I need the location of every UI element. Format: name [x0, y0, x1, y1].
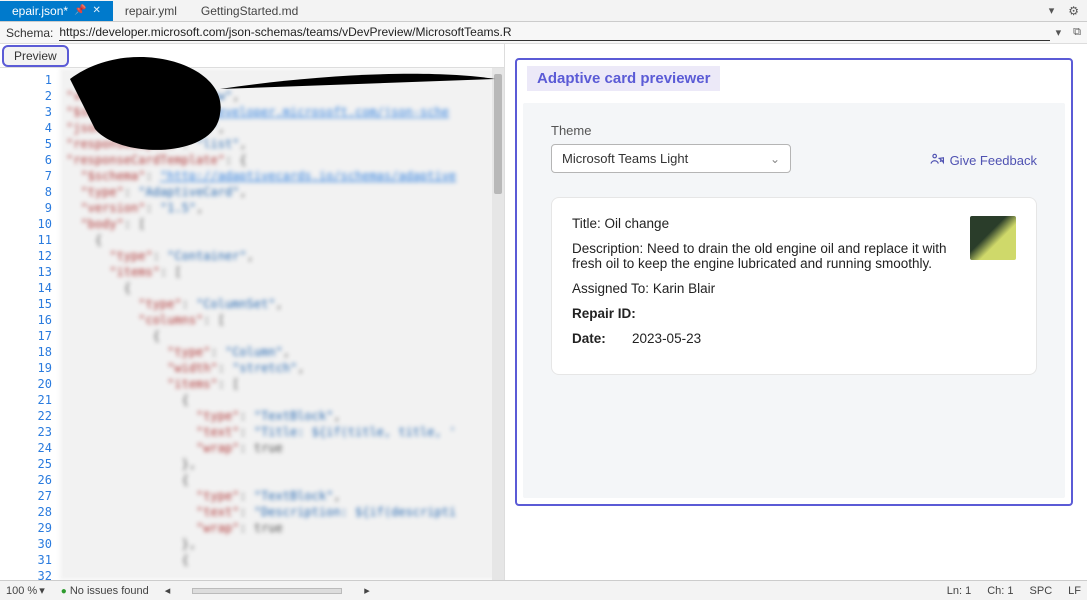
gear-icon[interactable]: ⚙	[1060, 4, 1087, 18]
chevron-down-icon: ▾	[39, 584, 45, 597]
theme-label: Theme	[551, 123, 791, 138]
issues-status[interactable]: ● No issues found	[61, 585, 149, 597]
previewer-box: Adaptive card previewer Theme Microsoft …	[515, 58, 1073, 506]
zoom-level[interactable]: 100 % ▾	[6, 584, 45, 597]
feedback-icon	[930, 152, 944, 169]
card-date: Date: 2023-05-23	[572, 331, 956, 346]
schema-bar: Schema: https://developer.microsoft.com/…	[0, 22, 1087, 44]
tab-getting-started[interactable]: GettingStarted.md	[189, 1, 310, 21]
card-repair-id: Repair ID:	[572, 306, 956, 321]
card-image	[970, 216, 1016, 260]
previewer-title: Adaptive card previewer	[527, 66, 720, 91]
preview-pane: Adaptive card previewer Theme Microsoft …	[505, 44, 1087, 580]
status-bar: 100 % ▾ ● No issues found ◂ ▸ Ln: 1 Ch: …	[0, 580, 1087, 600]
schema-label: Schema:	[0, 26, 59, 40]
indent-mode[interactable]: SPC	[1030, 585, 1053, 597]
tab-bar: epair.json* 📌 ✕ repair.yml GettingStarte…	[0, 0, 1087, 22]
theme-selected-value: Microsoft Teams Light	[562, 151, 688, 166]
pin-icon[interactable]: 📌	[74, 5, 86, 16]
card-description: Description: Need to drain the old engin…	[572, 241, 956, 271]
schema-url[interactable]: https://developer.microsoft.com/json-sch…	[59, 25, 1049, 41]
split-editor-icon[interactable]: ⧉	[1067, 26, 1087, 39]
tab-label: repair.yml	[125, 4, 177, 18]
give-feedback-link[interactable]: Give Feedback	[930, 152, 1037, 173]
chevron-down-icon: ⌄	[770, 152, 780, 166]
close-icon[interactable]: ✕	[93, 5, 101, 16]
line-ending[interactable]: LF	[1068, 585, 1081, 597]
card-assigned-to: Assigned To: Karin Blair	[572, 281, 956, 296]
vertical-scrollbar[interactable]	[492, 68, 504, 580]
theme-select[interactable]: Microsoft Teams Light ⌄	[551, 144, 791, 173]
horizontal-scroll-left[interactable]: ◂	[165, 584, 171, 597]
schema-dropdown-icon[interactable]: ▾	[1050, 26, 1068, 39]
horizontal-scrollbar[interactable]	[192, 588, 342, 594]
window-dropdown-icon[interactable]: ▾	[1043, 4, 1061, 17]
tab-repair-json[interactable]: epair.json* 📌 ✕	[0, 1, 113, 21]
adaptive-card: Title: Oil change Description: Need to d…	[551, 197, 1037, 375]
code-editor[interactable]: "version": "devPreview", "$schema": "htt…	[60, 68, 504, 580]
tab-label: GettingStarted.md	[201, 4, 298, 18]
editor-pane: Preview 12345678910111213141516171819202…	[0, 44, 505, 580]
tab-label: epair.json*	[12, 4, 68, 18]
preview-button[interactable]: Preview	[2, 45, 69, 67]
line-gutter: 1234567891011121314151617181920212223242…	[0, 68, 60, 580]
cursor-col[interactable]: Ch: 1	[987, 585, 1013, 597]
cursor-line[interactable]: Ln: 1	[947, 585, 971, 597]
tab-repair-yml[interactable]: repair.yml	[113, 1, 189, 21]
horizontal-scroll-right[interactable]: ▸	[364, 584, 370, 597]
card-title: Title: Oil change	[572, 216, 956, 231]
